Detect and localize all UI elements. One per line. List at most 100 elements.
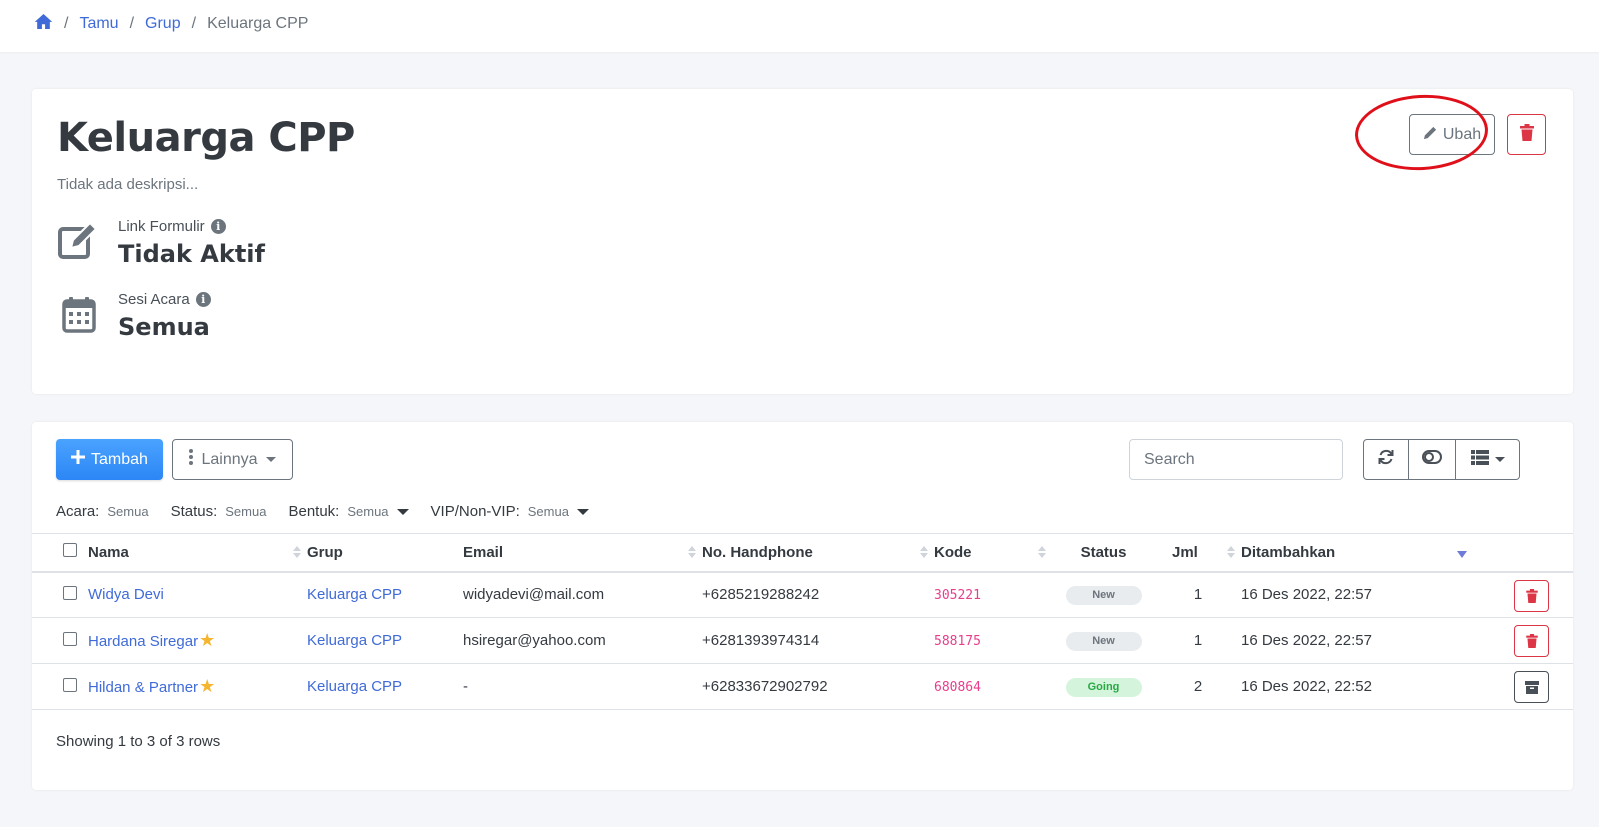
home-icon[interactable] [34,13,53,35]
status-badge: New [1065,631,1142,651]
more-dropdown-button[interactable]: Lainnya [172,439,293,480]
archive-icon [1524,680,1539,694]
filter-bentuk[interactable]: Bentuk: Semua [288,503,409,520]
sesi-acara-label: Sesi Acara i [118,291,211,308]
cell-nama: Hardana Siregar★ [88,617,307,664]
cell-email: widyadevi@mail.com [463,571,702,618]
page-title: Keluarga CPP [57,115,355,161]
filter-acara[interactable]: Acara: Semua [56,503,149,520]
add-button[interactable]: Tambah [56,439,163,480]
edit-form-icon [57,221,99,263]
row-checkbox[interactable] [63,677,77,692]
guest-name-link[interactable]: Hardana Siregar [88,633,198,650]
cell-ditambahkan: 16 Des 2022, 22:57 [1241,571,1573,618]
sesi-acara-label-text: Sesi Acara [118,291,190,308]
select-all-cell [32,533,88,573]
cell-kode: 680864 [934,663,1052,710]
breadcrumb-link-tamu[interactable]: Tamu [79,15,118,33]
sort-icon [1227,546,1235,558]
cell-kode: 588175 [934,617,1052,664]
filter-label: VIP/Non-VIP: [430,503,520,520]
guest-table: Nama Grup Email No. Handphone Kode Statu… [32,533,1573,710]
breadcrumb-separator: / [64,15,69,32]
breadcrumb-current: Keluarga CPP [207,15,309,32]
info-icon[interactable]: i [210,219,226,234]
column-header-ditambahkan[interactable]: Ditambahkan [1241,533,1573,573]
toggle-view-button[interactable] [1409,439,1456,480]
column-label: Kode [934,543,972,561]
table-tools-group [1363,439,1520,480]
kebab-icon [189,449,194,470]
sort-icon [920,546,928,558]
columns-dropdown-button[interactable] [1456,439,1520,480]
group-link[interactable]: Keluarga CPP [307,632,402,649]
column-label: No. Handphone [702,543,813,561]
guest-table-card: Tambah Lainnya Acara: Semua [32,422,1573,790]
guest-code: 680864 [934,680,981,695]
delete-row-button[interactable] [1514,625,1549,657]
link-formulir-label-text: Link Formulir [118,218,205,235]
guest-code: 305221 [934,588,981,604]
group-detail-card: Keluarga CPP Tidak ada deskripsi... Link… [32,89,1573,394]
status-badge: New [1065,585,1142,605]
cell-nama: Widya Devi [88,571,307,618]
refresh-button[interactable] [1363,439,1409,480]
cell-email: - [463,663,702,710]
filter-vip[interactable]: VIP/Non-VIP: Semua [431,503,589,520]
group-description: Tidak ada deskripsi... [57,176,199,193]
column-header-email[interactable]: Email [463,533,702,573]
column-label: Ditambahkan [1241,543,1336,561]
add-button-label: Tambah [91,450,148,468]
filter-status[interactable]: Status: Semua [171,503,267,520]
cell-ditambahkan: 16 Des 2022, 22:52 [1241,663,1573,710]
guest-name-link[interactable]: Widya Devi [88,586,164,603]
toggle-icon [1422,450,1442,469]
trash-icon [1519,123,1534,146]
column-header-status[interactable]: Status [1052,533,1155,573]
cell-ditambahkan: 16 Des 2022, 22:57 [1241,617,1573,664]
column-label: Grup [307,543,343,561]
table-row: Hildan & Partner★ Keluarga CPP - +628336… [32,663,1573,710]
column-header-nama[interactable]: Nama [88,533,307,573]
archive-row-button[interactable] [1514,671,1549,703]
sort-icon [688,546,696,558]
guest-name-link[interactable]: Hildan & Partner [88,679,198,696]
row-checkbox[interactable] [63,631,77,646]
cell-grup: Keluarga CPP [307,617,463,664]
cell-status: New [1052,617,1155,664]
chevron-down-icon [576,508,589,515]
group-link[interactable]: Keluarga CPP [307,586,402,603]
cell-phone: +6281393974314 [702,617,934,664]
row-select-cell [32,571,88,618]
cell-status: New [1052,571,1155,618]
delete-row-button[interactable] [1514,579,1549,612]
column-header-phone[interactable]: No. Handphone [702,533,934,573]
info-icon[interactable]: i [195,292,211,307]
more-button-label: Lainnya [201,450,258,468]
filter-value: Semua [107,504,149,519]
search-input[interactable] [1129,439,1343,480]
select-all-checkbox[interactable] [63,543,77,558]
vip-star-icon: ★ [199,676,216,696]
table-row: Widya Devi Keluarga CPP widyadevi@mail.c… [32,571,1573,618]
pagination-info: Showing 1 to 3 of 3 rows [56,733,221,750]
column-header-grup[interactable]: Grup [307,533,463,573]
column-header-kode[interactable]: Kode [934,533,1052,573]
row-checkbox[interactable] [63,585,77,600]
breadcrumb-link-grup[interactable]: Grup [145,15,181,33]
cell-grup: Keluarga CPP [307,663,463,710]
column-header-jml[interactable]: Jml [1155,533,1241,573]
group-link[interactable]: Keluarga CPP [307,678,402,695]
trash-icon [1525,588,1538,603]
filter-label: Bentuk: [288,503,340,520]
cell-kode: 305221 [934,571,1052,618]
breadcrumb: / Tamu / Grup / Keluarga CPP [34,13,308,35]
delete-group-button[interactable] [1507,114,1546,155]
sort-icon [1038,546,1046,558]
cell-jml: 2 [1155,663,1241,710]
date-added: 16 Des 2022, 22:57 [1241,632,1372,649]
sort-icon [293,546,301,558]
sort-desc-icon [1457,551,1467,558]
link-formulir-value: Tidak Aktif [118,240,265,268]
calendar-icon [57,294,99,336]
